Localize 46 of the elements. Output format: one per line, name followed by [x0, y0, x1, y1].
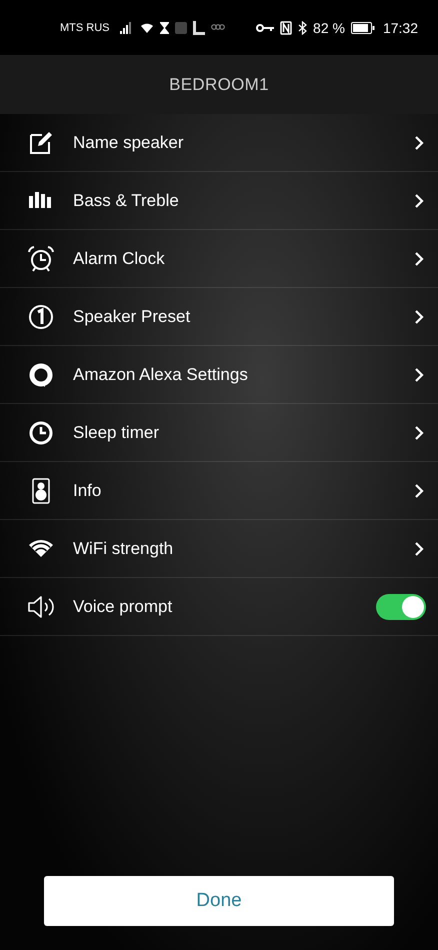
- row-label: Speaker Preset: [73, 306, 192, 326]
- nfc-icon: [280, 20, 292, 34]
- settings-row[interactable]: Amazon Alexa Settings: [0, 346, 438, 404]
- battery-percent: 82 %: [313, 20, 345, 36]
- chevron-icon: [414, 134, 424, 150]
- toggle-switch[interactable]: [376, 594, 426, 620]
- page-title: BEDROOM1: [169, 74, 269, 94]
- wifi-icon: [140, 22, 154, 34]
- chevron-icon: [414, 250, 424, 266]
- ring-icon: [27, 360, 55, 388]
- rings-icon: [210, 24, 224, 32]
- chevron-icon: [414, 308, 424, 324]
- settings-row[interactable]: Info: [0, 462, 438, 520]
- hourglass-icon: [160, 22, 168, 34]
- battery-icon: [350, 22, 375, 34]
- settings-row[interactable]: Voice prompt: [0, 578, 438, 636]
- row-label: Info: [73, 480, 102, 500]
- settings-row[interactable]: Name speaker: [0, 114, 438, 172]
- carrier-name: MTS RUS: [60, 22, 110, 34]
- row-label: Amazon Alexa Settings: [73, 364, 249, 384]
- row-label: Alarm Clock: [73, 248, 166, 268]
- bluetooth-icon: [298, 20, 308, 34]
- settings-row[interactable]: Sleep timer: [0, 404, 438, 462]
- chevron-icon: [414, 424, 424, 440]
- row-label: Sleep timer: [73, 422, 160, 442]
- done-button[interactable]: Done: [44, 876, 394, 926]
- row-label: Name speaker: [73, 132, 185, 152]
- corner-icon: [192, 20, 204, 34]
- key-icon: [256, 22, 274, 32]
- chevron-icon: [414, 192, 424, 208]
- chevron-icon: [414, 540, 424, 556]
- row-label: Bass & Treble: [73, 190, 180, 210]
- settings-row[interactable]: Alarm Clock: [0, 230, 438, 288]
- square-icon: [174, 22, 186, 34]
- settings-row[interactable]: Bass & Treble: [0, 172, 438, 230]
- row-label: Voice prompt: [73, 596, 174, 616]
- clock-time: 17:32: [382, 20, 418, 36]
- signal-icon: [120, 22, 134, 34]
- settings-row[interactable]: WiFi strength: [0, 520, 438, 578]
- number-one-icon: [27, 302, 55, 330]
- clock-icon: [27, 418, 55, 446]
- row-label: WiFi strength: [73, 538, 174, 558]
- chevron-icon: [414, 482, 424, 498]
- chevron-icon: [414, 366, 424, 382]
- settings-row[interactable]: Speaker Preset: [0, 288, 438, 346]
- alarm-clock-icon: [27, 244, 55, 272]
